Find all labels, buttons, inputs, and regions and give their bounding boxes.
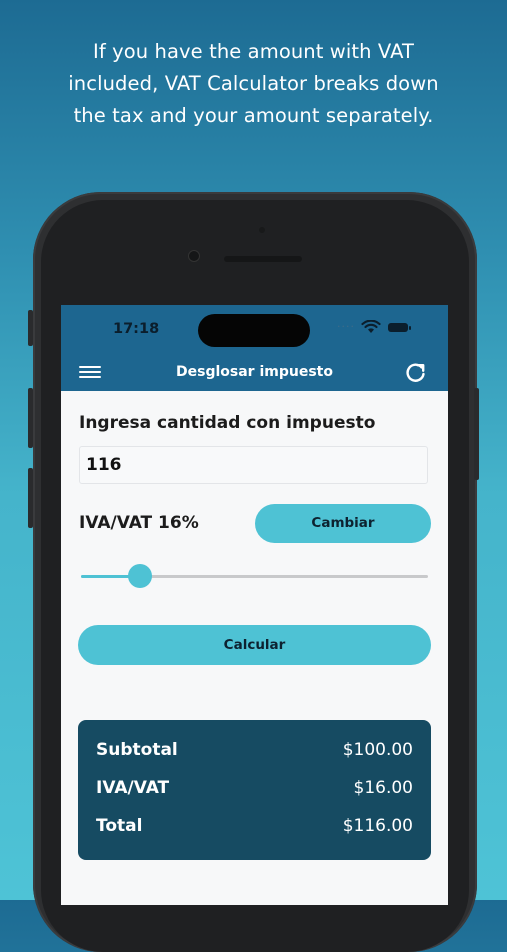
phone-volume-down-button <box>28 468 33 528</box>
battery-icon <box>388 323 411 332</box>
wifi-icon <box>361 320 381 333</box>
page-title: Desglosar impuesto <box>176 364 333 380</box>
promo-line-3: the tax and your amount separately. <box>73 104 434 127</box>
phone-volume-up-button <box>28 388 33 448</box>
promo-caption: If you have the amount with VAT included… <box>0 36 507 132</box>
change-button[interactable]: Cambiar <box>255 504 431 543</box>
amount-label: Ingresa cantidad con impuesto <box>79 413 376 433</box>
result-label: Subtotal <box>96 740 178 760</box>
phone-side-button <box>28 310 33 346</box>
promo-line-1: If you have the amount with VAT <box>92 40 415 63</box>
result-row-total: Total $116.00 <box>96 816 413 840</box>
result-row-subtotal: Subtotal $100.00 <box>96 740 413 764</box>
result-value: $116.00 <box>342 816 413 836</box>
app-bar: Desglosar impuesto <box>61 357 448 391</box>
vat-rate-label: IVA/VAT 16% <box>79 513 199 533</box>
promo-line-2: included, VAT Calculator breaks down <box>68 72 439 95</box>
result-label: Total <box>96 816 143 836</box>
proximity-sensor <box>259 227 265 233</box>
result-value: $100.00 <box>342 740 413 760</box>
result-row-vat: IVA/VAT $16.00 <box>96 778 413 802</box>
calculate-button[interactable]: Calcular <box>78 625 431 665</box>
amount-input[interactable] <box>79 446 428 484</box>
result-value: $16.00 <box>353 778 413 798</box>
earpiece-speaker <box>224 256 302 262</box>
phone-power-button <box>474 388 479 480</box>
front-camera <box>189 251 199 261</box>
dynamic-island <box>198 314 310 347</box>
slider-thumb[interactable] <box>127 564 152 588</box>
app-screen: 17:18 ···· Desglosar impuesto Ingresa ca… <box>61 305 448 905</box>
refresh-icon[interactable] <box>404 361 428 385</box>
status-time: 17:18 <box>113 321 160 337</box>
status-bar: 17:18 ···· <box>61 305 448 357</box>
result-label: IVA/VAT <box>96 778 170 798</box>
vat-rate-slider[interactable] <box>81 564 428 588</box>
signal-dots-icon: ···· <box>337 320 355 333</box>
results-panel: Subtotal $100.00 IVA/VAT $16.00 Total $1… <box>78 720 431 860</box>
